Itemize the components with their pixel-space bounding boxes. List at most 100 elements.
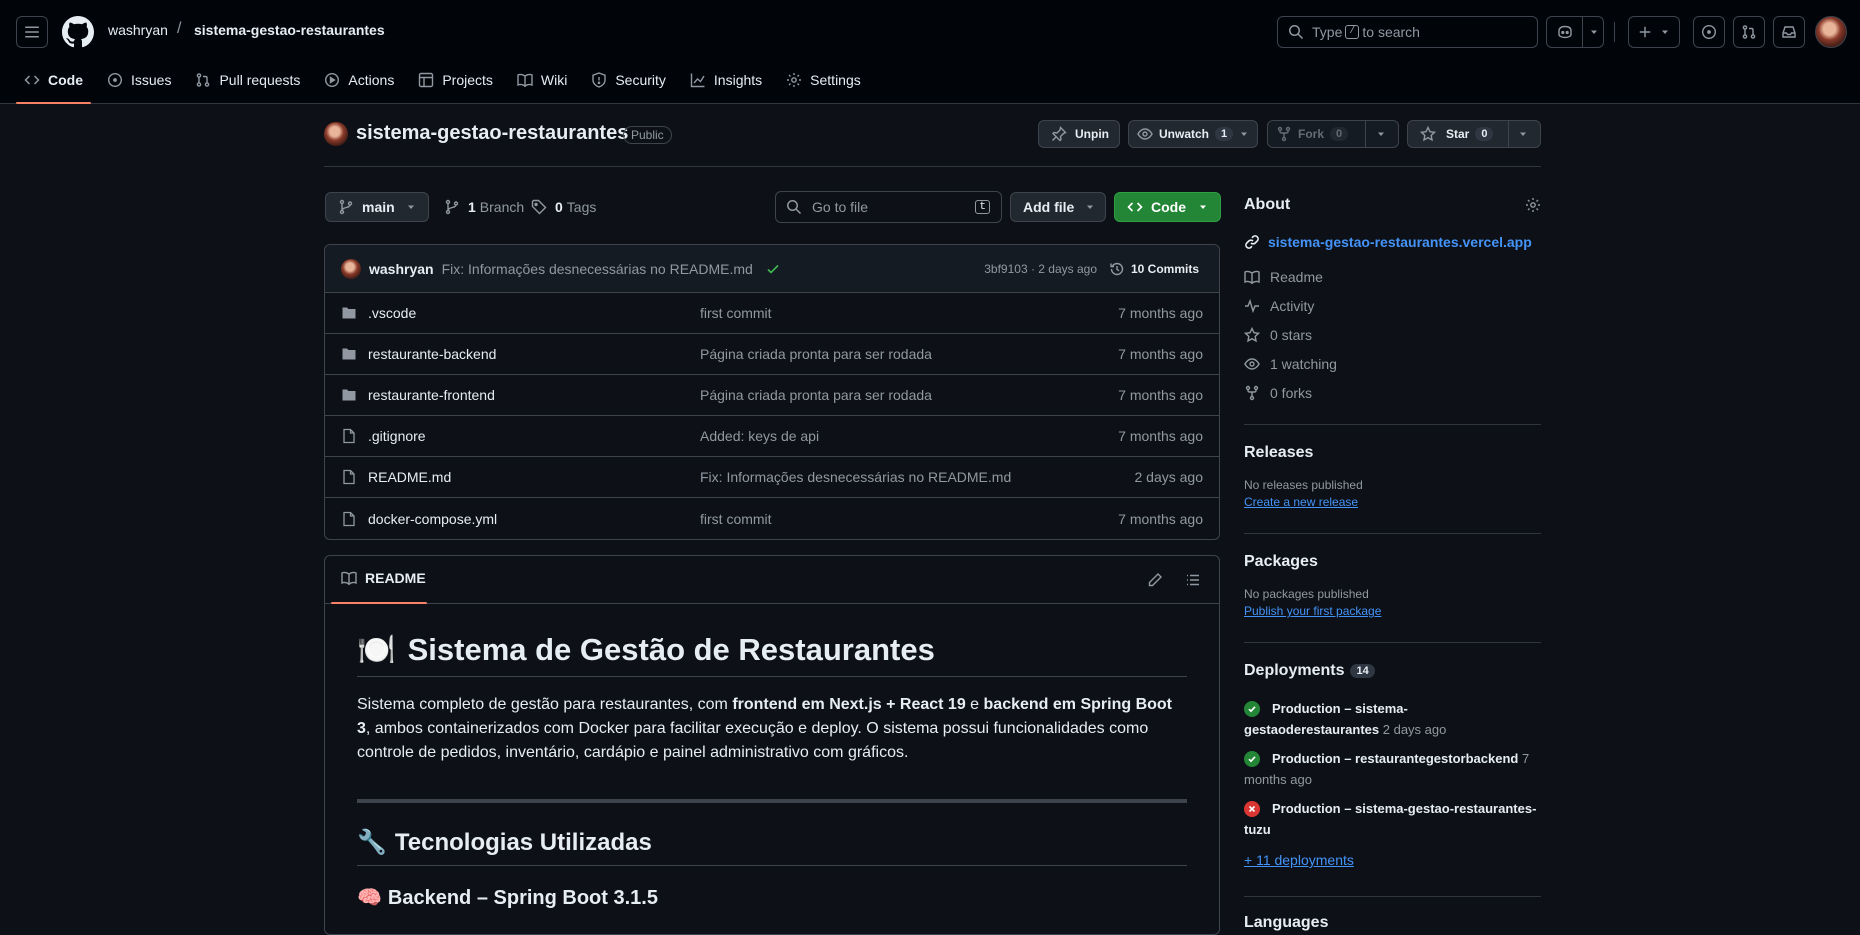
issues-button[interactable] [1693, 16, 1725, 48]
deployment-item[interactable]: Production – restaurantegestorbackend 7 … [1244, 748, 1541, 790]
code-label: Code [1151, 199, 1186, 215]
readme-intro-3: , ambos containerizados com Docker para … [357, 720, 1149, 761]
packages-empty: No packages published [1244, 587, 1369, 601]
readme-h2: 🔧 Tecnologias Utilizadas [357, 827, 1187, 866]
file-commit-message[interactable]: Página criada pronta para ser rodada [700, 387, 932, 403]
create-new-button[interactable] [1628, 16, 1680, 48]
packages-title[interactable]: Packages [1244, 553, 1541, 571]
owner-avatar[interactable] [324, 122, 348, 146]
code-button[interactable]: Code [1114, 192, 1221, 222]
file-name[interactable]: README.md [368, 469, 451, 485]
file-name[interactable]: restaurante-backend [368, 346, 496, 362]
tab-insights[interactable]: Insights [682, 62, 770, 98]
more-deployments-link[interactable]: + 11 deployments [1244, 852, 1541, 868]
gear-icon[interactable] [1525, 197, 1541, 213]
commits-link[interactable]: 10 Commits [1109, 261, 1199, 277]
file-commit-message[interactable]: first commit [700, 511, 772, 527]
file-commit-message[interactable]: Fix: Informações desnecessárias no READM… [700, 469, 1011, 485]
unpin-button[interactable]: Unpin [1038, 120, 1120, 148]
file-commit-message[interactable]: Página criada pronta para ser rodada [700, 346, 932, 362]
fork-button[interactable]: Fork 0 [1267, 120, 1399, 148]
stars-link-label: 0 stars [1270, 326, 1313, 343]
file-name[interactable]: .gitignore [368, 428, 426, 444]
issue-icon [1701, 24, 1717, 40]
activity-link[interactable]: Activity [1244, 291, 1541, 320]
table-row[interactable]: README.md Fix: Informações desnecessárias… [325, 457, 1219, 498]
pull-requests-button[interactable] [1733, 16, 1765, 48]
tab-code[interactable]: Code [16, 62, 91, 104]
publish-package-link[interactable]: Publish your first package [1244, 604, 1541, 618]
go-to-file-input[interactable]: Go to file t [775, 191, 1002, 223]
commit-message[interactable]: Fix: Informações desnecessárias no READM… [442, 261, 753, 277]
tab-label: Pull requests [219, 72, 301, 88]
commit-author[interactable]: washryan [369, 261, 434, 277]
menu-button[interactable] [16, 16, 48, 48]
file-name[interactable]: restaurante-frontend [368, 387, 495, 403]
table-row[interactable]: restaurante-backend Página criada pronta … [325, 334, 1219, 375]
copilot-button[interactable] [1546, 16, 1604, 48]
readme-intro: Sistema completo de gestão para restaura… [357, 693, 1187, 765]
deployment-name: Production – restaurantegestorbackend [1272, 751, 1519, 766]
file-icon [343, 511, 355, 526]
check-icon[interactable] [765, 261, 781, 277]
file-name[interactable]: .vscode [368, 305, 416, 321]
file-age: 7 months ago [1118, 346, 1203, 362]
tab-wiki[interactable]: Wiki [509, 62, 575, 98]
table-row[interactable]: docker-compose.yml first commit 7 months a… [325, 498, 1219, 539]
commit-hash-age[interactable]: 3bf9103 · 2 days ago [984, 262, 1097, 276]
tab-security[interactable]: Security [583, 62, 674, 98]
star-label: Star [1446, 127, 1470, 141]
file-commit-message[interactable]: first commit [700, 305, 772, 321]
tags-link[interactable]: 0 Tags [531, 199, 596, 215]
tab-issues[interactable]: Issues [99, 62, 179, 98]
create-release-link[interactable]: Create a new release [1244, 495, 1541, 509]
releases-title[interactable]: Releases [1244, 444, 1541, 462]
tab-projects[interactable]: Projects [410, 62, 501, 98]
gear-icon [787, 73, 802, 87]
breadcrumb-repo[interactable]: sistema-gestao-restaurantes [194, 22, 385, 38]
tab-pull-requests[interactable]: Pull requests [187, 62, 308, 98]
file-icon [343, 469, 355, 485]
github-logo-icon[interactable] [62, 16, 94, 48]
list-icon[interactable] [1185, 572, 1201, 588]
search-shortcut-key: / [1345, 25, 1360, 39]
homepage-link[interactable]: sistema-gestao-restaurantes.vercel.app [1244, 234, 1541, 250]
table-row[interactable]: .gitignore Added: keys de api 7 months ago [325, 416, 1219, 457]
table-row[interactable]: .vscode first commit 7 months ago [325, 293, 1219, 334]
file-commit-message[interactable]: Added: keys de api [700, 428, 819, 444]
breadcrumb-owner[interactable]: washryan [108, 22, 168, 38]
readme-header: README [325, 556, 1219, 604]
avatar[interactable] [1815, 16, 1847, 48]
search-input[interactable]: Type / to search [1277, 16, 1538, 48]
watching-link[interactable]: 1 watching [1244, 349, 1541, 378]
chevron-down-icon [1200, 205, 1206, 209]
deployment-item[interactable]: Production – sistema-gestao-restaurantes… [1244, 798, 1541, 840]
pencil-icon[interactable] [1147, 572, 1163, 588]
inbox-button[interactable] [1773, 16, 1805, 48]
branches-link[interactable]: 1 Branch [444, 199, 524, 215]
table-row[interactable]: restaurante-frontend Página criada pronta… [325, 375, 1219, 416]
tab-label: Security [615, 72, 666, 88]
deployments-title[interactable]: Deployments [1244, 662, 1344, 680]
file-table: washryan Fix: Informações desnecessárias… [324, 244, 1220, 540]
forks-link[interactable]: 0 forks [1244, 378, 1541, 407]
branch-selector[interactable]: main [325, 192, 429, 222]
tab-settings[interactable]: Settings [778, 62, 869, 98]
readme-link[interactable]: Readme [1244, 262, 1541, 291]
readme-tab[interactable]: README [341, 570, 426, 586]
book-icon [341, 571, 357, 586]
add-file-button[interactable]: Add file [1010, 192, 1106, 222]
pin-icon [1052, 126, 1067, 142]
folder-icon [342, 348, 356, 360]
watch-button[interactable]: Unwatch 1 [1128, 120, 1258, 148]
deployment-item[interactable]: Production – sistema-gestaoderestaurante… [1244, 698, 1541, 740]
tab-actions[interactable]: Actions [316, 62, 402, 98]
file-name[interactable]: docker-compose.yml [368, 511, 497, 527]
repo-title[interactable]: sistema-gestao-restaurantes [356, 122, 628, 145]
fork-label: Fork [1298, 127, 1325, 141]
commit-author-avatar[interactable] [341, 258, 361, 279]
stars-link[interactable]: 0 stars [1244, 320, 1541, 349]
chevron-down-icon [1241, 132, 1247, 136]
tab-label: Issues [131, 72, 172, 88]
star-button[interactable]: Star 0 [1407, 120, 1541, 148]
